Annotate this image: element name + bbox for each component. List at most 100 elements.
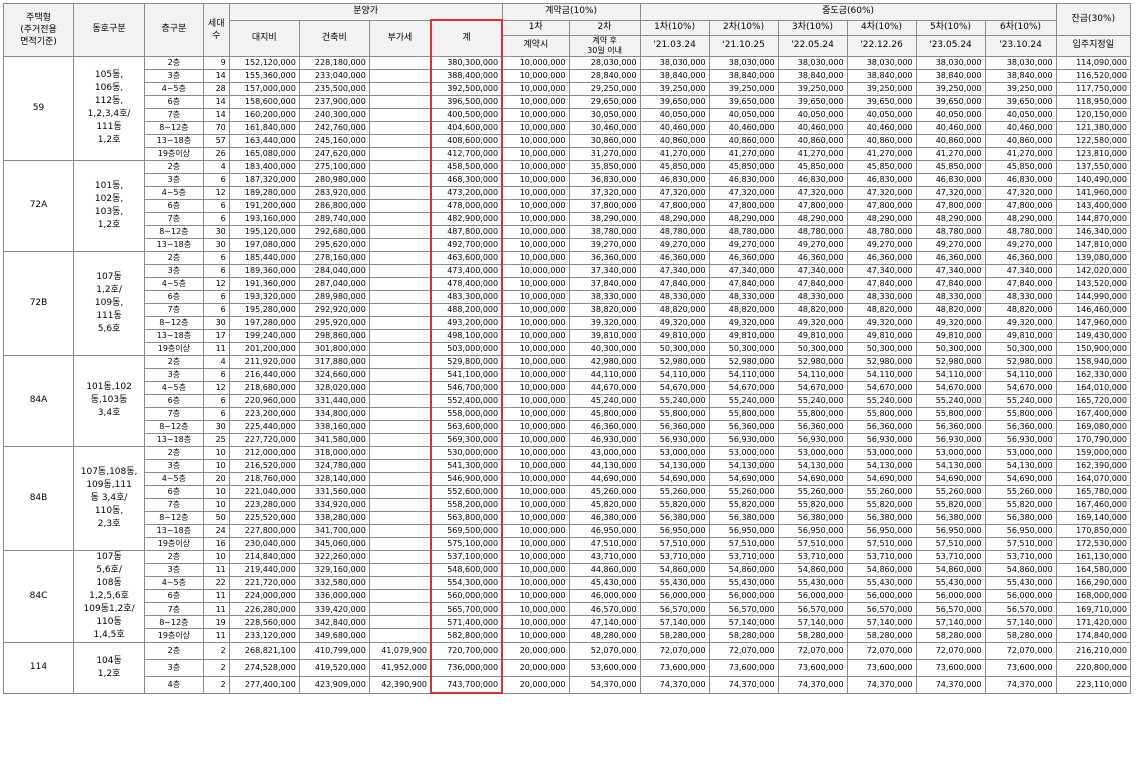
midpayment-3-cell: 74,370,000	[777, 675, 848, 694]
units-cell: 19	[202, 615, 230, 630]
header-mid-2-date: '21.10.25	[708, 34, 779, 57]
land-price-cell: 161,840,000	[228, 120, 300, 135]
contract-2-cell: 46,000,000	[568, 588, 641, 604]
midpayment-6-cell: 38,840,000	[984, 68, 1057, 83]
total-price-cell: 546,900,000	[429, 471, 504, 486]
midpayment-1-cell: 39,250,000	[639, 81, 710, 96]
midpayment-2-cell: 72,070,000	[708, 641, 779, 660]
floor-cell: 7층	[144, 302, 204, 317]
units-cell: 12	[202, 276, 230, 291]
midpayment-2-cell: 46,360,000	[708, 250, 779, 265]
balance-cell: 144,990,000	[1055, 289, 1132, 304]
midpayment-6-cell: 72,070,000	[984, 641, 1057, 660]
land-price-cell: 277,400,100	[228, 675, 300, 694]
balance-cell: 144,870,000	[1055, 211, 1132, 226]
building-price-cell: 289,980,000	[298, 289, 370, 304]
midpayment-3-cell: 40,050,000	[777, 107, 848, 122]
balance-cell: 168,000,000	[1055, 588, 1132, 604]
header-midpayment: 중도금(60%)	[639, 3, 1057, 21]
building-price-cell: 328,020,000	[298, 380, 370, 395]
units-cell: 20	[202, 471, 230, 486]
dong-range-cell: 104동 1,2호	[73, 641, 146, 694]
contract-2-cell: 44,690,000	[568, 471, 641, 486]
midpayment-3-cell: 47,340,000	[777, 263, 848, 278]
dong-range-cell: 105동, 106동, 112동, 1,2,3,4호/ 111동 1,2호	[73, 55, 146, 161]
land-price-cell: 165,080,000	[228, 146, 300, 161]
midpayment-5-cell: 55,260,000	[915, 484, 986, 499]
vat-cell	[368, 562, 432, 577]
midpayment-3-cell: 48,820,000	[777, 302, 848, 317]
header-contract-1: 1차	[501, 19, 570, 36]
contract-2-cell: 38,780,000	[568, 224, 641, 239]
total-price-cell: 478,400,000	[429, 276, 504, 291]
midpayment-5-cell: 74,370,000	[915, 675, 986, 694]
contract-1-cell: 10,000,000	[501, 341, 570, 356]
midpayment-2-cell: 55,820,000	[708, 497, 779, 512]
total-price-cell: 392,500,000	[429, 81, 504, 96]
contract-1-cell: 10,000,000	[501, 68, 570, 83]
midpayment-3-cell: 54,110,000	[777, 367, 848, 382]
table-row: 6층 6 193,320,000 289,980,000 483,300,000 10,0…	[4, 289, 1132, 304]
contract-2-cell: 46,570,000	[568, 602, 641, 617]
land-price-cell: 193,160,000	[228, 211, 300, 226]
midpayment-5-cell: 38,030,000	[915, 55, 986, 70]
midpayment-3-cell: 57,140,000	[777, 615, 848, 630]
balance-cell: 166,290,000	[1055, 575, 1132, 590]
midpayment-2-cell: 55,800,000	[708, 406, 779, 421]
header-total: 계	[429, 19, 504, 56]
balance-cell: 142,020,000	[1055, 263, 1132, 278]
midpayment-1-cell: 55,260,000	[639, 484, 710, 499]
contract-1-cell: 10,000,000	[501, 419, 570, 434]
balance-cell: 122,580,000	[1055, 133, 1132, 148]
contract-1-cell: 10,000,000	[501, 133, 570, 148]
midpayment-6-cell: 74,370,000	[984, 675, 1057, 694]
midpayment-5-cell: 47,320,000	[915, 185, 986, 200]
midpayment-3-cell: 54,130,000	[777, 458, 848, 473]
vat-cell	[368, 380, 432, 395]
dong-range-cell: 107동,108동, 109동,111 동 3,4호/ 110동, 2,3호	[73, 445, 146, 551]
floor-cell: 4~5층	[144, 575, 204, 590]
contract-1-cell: 10,000,000	[501, 250, 570, 265]
contract-2-cell: 38,330,000	[568, 289, 641, 304]
midpayment-3-cell: 56,930,000	[777, 432, 848, 447]
land-price-cell: 189,280,000	[228, 185, 300, 200]
midpayment-1-cell: 55,240,000	[639, 393, 710, 408]
midpayment-4-cell: 48,820,000	[846, 302, 917, 317]
vat-cell	[368, 328, 432, 343]
units-cell: 6	[202, 393, 230, 408]
midpayment-1-cell: 53,710,000	[639, 549, 710, 564]
building-price-cell: 336,000,000	[298, 588, 370, 604]
table-row: 59 105동, 106동, 112동, 1,2,3,4호/ 111동 1,2호 2…	[2, 55, 1132, 161]
contract-2-cell: 29,650,000	[568, 94, 641, 109]
building-price-cell: 235,500,000	[298, 81, 370, 96]
midpayment-5-cell: 56,950,000	[915, 523, 986, 538]
midpayment-1-cell: 39,650,000	[639, 94, 710, 109]
balance-cell: 150,900,000	[1055, 341, 1132, 356]
floor-cell: 4~5층	[144, 185, 204, 200]
midpayment-2-cell: 54,670,000	[708, 380, 779, 395]
midpayment-5-cell: 55,800,000	[915, 406, 986, 421]
contract-1-cell: 10,000,000	[501, 367, 570, 382]
midpayment-1-cell: 38,030,000	[639, 55, 710, 70]
midpayment-2-cell: 58,280,000	[708, 628, 779, 643]
midpayment-2-cell: 54,130,000	[708, 458, 779, 473]
midpayment-4-cell: 38,030,000	[846, 55, 917, 70]
midpayment-5-cell: 55,240,000	[915, 393, 986, 408]
units-cell: 10	[202, 458, 230, 473]
floor-cell: 3층	[144, 458, 204, 473]
balance-cell: 165,720,000	[1055, 393, 1132, 408]
land-price-cell: 226,280,000	[228, 602, 300, 617]
total-price-cell: 473,400,000	[429, 263, 504, 278]
price-schedule-table: 주택형 (주거전용 면적기준) 동호구분 층구분 세대 수 분양가 계약금(10…	[2, 3, 1132, 694]
midpayment-6-cell: 57,140,000	[984, 615, 1057, 630]
building-price-cell: 345,060,000	[298, 536, 370, 551]
table-row: 3층 10 216,520,000 324,780,000 541,300,000 10,…	[4, 458, 1132, 473]
total-price-cell: 498,100,000	[429, 328, 504, 343]
midpayment-2-cell: 53,710,000	[708, 549, 779, 564]
building-price-cell: 341,700,000	[298, 523, 370, 538]
land-price-cell: 224,000,000	[228, 588, 300, 604]
balance-cell: 174,840,000	[1055, 628, 1132, 643]
midpayment-3-cell: 40,860,000	[777, 133, 848, 148]
midpayment-6-cell: 47,840,000	[984, 276, 1057, 291]
contract-1-cell: 10,000,000	[501, 55, 570, 70]
